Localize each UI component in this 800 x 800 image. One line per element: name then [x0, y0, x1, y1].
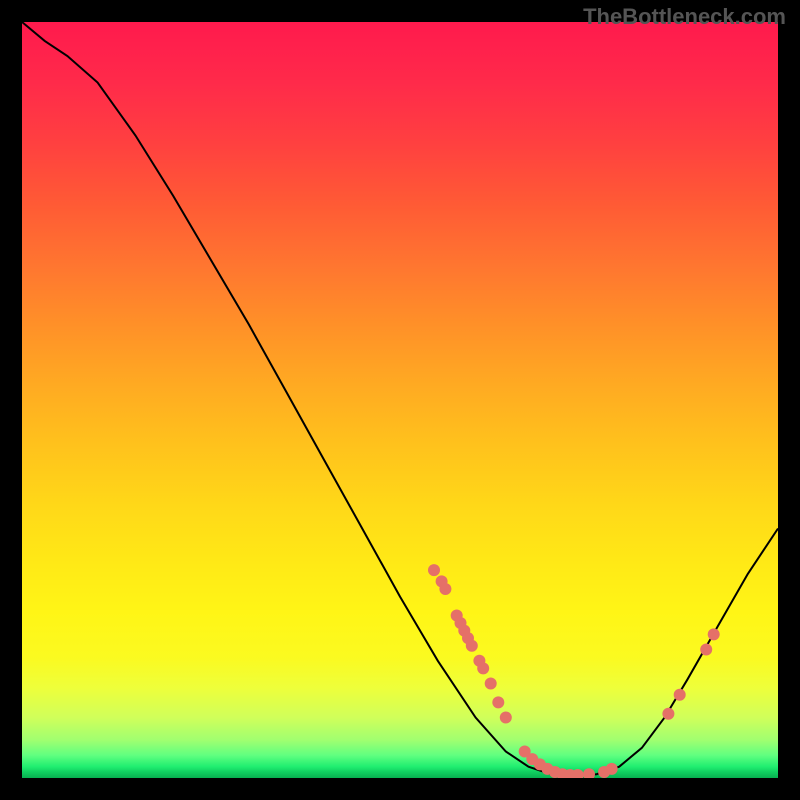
data-point	[428, 564, 440, 576]
data-points-group	[428, 564, 720, 778]
bottleneck-curve	[22, 22, 778, 776]
data-point	[700, 644, 712, 656]
data-point	[477, 662, 489, 674]
data-point	[708, 628, 720, 640]
data-point	[583, 768, 595, 778]
data-point	[674, 689, 686, 701]
data-point	[492, 696, 504, 708]
data-point	[485, 678, 497, 690]
curve-svg	[22, 22, 778, 778]
data-point	[606, 763, 618, 775]
data-point	[466, 640, 478, 652]
data-point	[662, 708, 674, 720]
watermark-text: TheBottleneck.com	[583, 4, 786, 30]
data-point	[500, 712, 512, 724]
chart-area	[22, 22, 778, 778]
data-point	[439, 583, 451, 595]
